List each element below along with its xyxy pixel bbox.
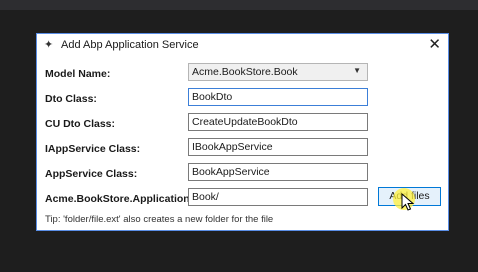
dialog-title: Add Abp Application Service [61,39,199,51]
tip-text: Tip: 'folder/file.ext' also creates a ne… [45,214,274,225]
model-name-select[interactable]: Acme.BookStore.Book ▼ [188,63,368,81]
appservice-class-label: AppService Class: [45,168,138,180]
dialog-titlebar: ✦ Add Abp Application Service ✕ [37,34,448,58]
cu-dto-class-field[interactable]: CreateUpdateBookDto [188,113,368,131]
dto-class-field[interactable]: BookDto [188,88,368,106]
cu-dto-class-label: CU Dto Class: [45,118,116,130]
model-name-value: Acme.BookStore.Book [192,66,298,78]
folder-label: Acme.BookStore.Application/ [45,193,193,205]
iappservice-class-field[interactable]: IBookAppService [188,138,368,156]
mouse-pointer-icon [401,193,415,211]
editor-top-bar [0,0,478,10]
chevron-down-icon: ▼ [353,66,361,75]
iappservice-class-label: IAppService Class: [45,143,141,155]
wand-icon: ✦ [44,39,54,51]
model-name-label: Model Name: [45,68,111,80]
add-service-dialog: ✦ Add Abp Application Service ✕ Model Na… [36,33,449,231]
appservice-class-field[interactable]: BookAppService [188,163,368,181]
close-icon[interactable]: ✕ [428,37,441,53]
folder-field[interactable]: Book/ [188,188,368,206]
dto-class-label: Dto Class: [45,93,97,105]
